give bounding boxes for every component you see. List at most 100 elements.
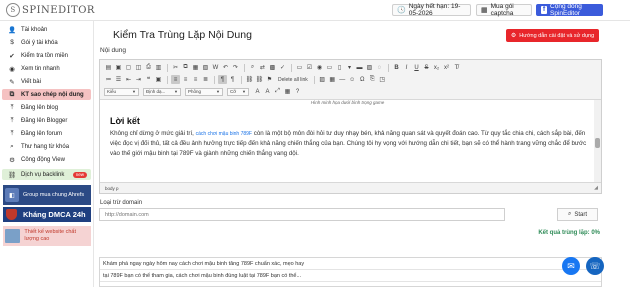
font-family-select[interactable]: Phông ▼ <box>185 87 223 96</box>
buy-captcha-button[interactable]: ▦ Mua gói captcha <box>476 3 532 17</box>
paste-word-icon[interactable]: W <box>211 63 220 72</box>
outdent-icon[interactable]: ⇤ <box>124 75 133 84</box>
image-icon[interactable]: ▨ <box>318 75 327 84</box>
messenger-button[interactable]: ✉ <box>562 257 580 275</box>
show-blocks-icon[interactable]: ▦ <box>283 87 292 96</box>
sidebar-item-backlink[interactable]: ⛓ Dịch vụ backlink new <box>2 169 91 180</box>
redo-icon[interactable]: ↷ <box>231 63 240 72</box>
about-icon[interactable]: ? <box>293 87 302 96</box>
text-color-icon[interactable]: A <box>253 87 262 96</box>
indent-icon[interactable]: ⇥ <box>134 75 143 84</box>
font-format-select[interactable]: Định dạ... ▼ <box>143 87 181 96</box>
blockquote-icon[interactable]: ❝ <box>144 75 153 84</box>
table-icon[interactable]: ▦ <box>328 75 337 84</box>
sidebar-item-post-blogger[interactable]: ⤒ Đăng lên Blogger <box>2 115 91 126</box>
scrollbar-thumb[interactable] <box>595 138 600 148</box>
bg-color-icon[interactable]: A <box>263 87 272 96</box>
expiry-button[interactable]: 🕓 Ngày hết hạn: 19-05-2026 <box>392 3 471 17</box>
italic-icon[interactable]: I <box>402 63 411 72</box>
source-icon[interactable]: ▤ <box>104 63 113 72</box>
sidebar-item-plan[interactable]: $ Gói ý tài khóa <box>2 37 91 48</box>
maximize-icon[interactable]: ⤢ <box>273 87 282 96</box>
sidebar-item-post-blog[interactable]: ⤒ Đăng lên blog <box>2 102 91 113</box>
checkbox-icon[interactable]: ☑ <box>305 63 314 72</box>
spellcheck-icon[interactable]: ✓ <box>278 63 287 72</box>
hidden-field-icon[interactable]: ◌ <box>375 63 384 72</box>
link-icon[interactable]: ⛓ <box>245 75 254 84</box>
copy-icon[interactable]: ⧉ <box>181 63 190 72</box>
image-button-icon[interactable]: ▨ <box>365 63 374 72</box>
sidebar-item-post-forum[interactable]: ⤒ Đăng lên forum <box>2 128 91 139</box>
bold-icon[interactable]: B <box>392 63 401 72</box>
exclude-domain-input[interactable] <box>99 208 505 221</box>
cut-icon[interactable]: ✂ <box>171 63 180 72</box>
align-left-icon[interactable]: ≡ <box>171 75 180 84</box>
sidebar-item-account[interactable]: 👤 Tài khoản <box>2 24 91 35</box>
toolbar-divider <box>313 75 315 84</box>
textfield-icon[interactable]: ▭ <box>325 63 334 72</box>
paste-text-icon[interactable]: ▧ <box>201 63 210 72</box>
template-icon[interactable]: ▥ <box>154 63 163 72</box>
special-char-icon[interactable]: Ω <box>358 75 367 84</box>
editor-content[interactable]: Hình minh họa dưới bình trọng game Lời k… <box>100 100 595 183</box>
bullet-list-icon[interactable]: ☰ <box>114 75 123 84</box>
select-all-icon[interactable]: ▩ <box>268 63 277 72</box>
find-icon[interactable]: ⌕ <box>248 63 257 72</box>
iframe-icon[interactable]: ◳ <box>378 75 387 84</box>
hr-icon[interactable]: ― <box>338 75 347 84</box>
list-item[interactable]: tại 789F bạn có thể tham gia, cách chơi … <box>100 270 601 282</box>
sidebar-item-domain-check[interactable]: ✔ Kiểm tra tồn miền <box>2 50 91 61</box>
rtl-icon[interactable]: ¶ <box>228 75 237 84</box>
list-item[interactable]: Khám phá ngay ngày hôm nay cách chơi mậu… <box>100 258 601 270</box>
element-path[interactable]: body p <box>105 186 119 191</box>
subscript-icon[interactable]: x₂ <box>432 63 441 72</box>
banner-web-design[interactable]: Thiết kế website chất lượng cao <box>3 226 91 246</box>
pagebreak-icon[interactable]: ⎘ <box>368 75 377 84</box>
logo[interactable]: S SPINEDITOR <box>6 3 95 17</box>
textarea-icon[interactable]: ▯ <box>335 63 344 72</box>
sidebar-item-copy-check[interactable]: ⧉ KT sao chép nội dung <box>2 89 91 100</box>
chat-button[interactable]: ☏ <box>586 257 604 275</box>
unlink-icon[interactable]: ⛓ <box>255 75 264 84</box>
editor-scrollbar[interactable] <box>594 100 601 183</box>
smiley-icon[interactable]: ☺ <box>348 75 357 84</box>
print-icon[interactable]: ⎙ <box>144 63 153 72</box>
format-select[interactable]: Kiểu ▼ <box>104 87 139 96</box>
chat-icon: ☏ <box>589 260 601 271</box>
remove-format-icon[interactable]: T̸ <box>452 63 461 72</box>
strike-icon[interactable]: S <box>422 63 431 72</box>
numbered-list-icon[interactable]: ≔ <box>104 75 113 84</box>
new-page-icon[interactable]: ▢ <box>124 63 133 72</box>
resize-grip-icon[interactable]: ◢ <box>594 185 598 191</box>
superscript-icon[interactable]: x² <box>442 63 451 72</box>
select-field-icon[interactable]: ▾ <box>345 63 354 72</box>
div-icon[interactable]: ▣ <box>154 75 163 84</box>
paste-icon[interactable]: ▦ <box>191 63 200 72</box>
delete-all-links-button[interactable]: Delete all link <box>278 77 308 83</box>
button-field-icon[interactable]: ▬ <box>355 63 364 72</box>
paragraph-link[interactable]: cách chơi mậu binh 789F <box>196 131 252 137</box>
sidebar-item-quick-news[interactable]: ◉ Xem tin nhanh <box>2 63 91 74</box>
font-size-select[interactable]: Cỡ ▼ <box>227 87 249 96</box>
sidebar-item-keywords[interactable]: ⌕ Thư hang từ khóa <box>2 141 91 152</box>
ltr-icon[interactable]: ¶ <box>218 75 227 84</box>
banner-facebook-group[interactable]: ◧ Group mua chung Ahrefs <box>3 185 91 205</box>
underline-icon[interactable]: U <box>412 63 421 72</box>
preview-icon[interactable]: ◫ <box>134 63 143 72</box>
anchor-icon[interactable]: ⚑ <box>265 75 274 84</box>
align-right-icon[interactable]: ≡ <box>191 75 200 84</box>
save-icon[interactable]: ▣ <box>114 63 123 72</box>
sidebar-item-view-tool[interactable]: ⚙ Công động View <box>2 154 91 165</box>
banner-dmca[interactable]: Kháng DMCA 24h <box>3 207 91 222</box>
align-justify-icon[interactable]: ≣ <box>201 75 210 84</box>
form-icon[interactable]: ▭ <box>295 63 304 72</box>
community-button[interactable]: f Cộng đồng SpinEditor <box>536 3 603 17</box>
align-center-icon[interactable]: ≡ <box>181 75 190 84</box>
start-button[interactable]: ⌕ Start <box>557 208 598 221</box>
undo-icon[interactable]: ↶ <box>221 63 230 72</box>
guide-button[interactable]: ⚙ Hướng dẫn cài đặt và sử dụng <box>506 29 599 42</box>
replace-icon[interactable]: ⇄ <box>258 63 267 72</box>
sidebar-item-write[interactable]: ✎ Viết bài <box>2 76 91 87</box>
rich-text-editor[interactable]: ▤ ▣ ▢ ◫ ⎙ ▥ ✂ ⧉ ▦ ▧ W ↶ ↷ ⌕ ⇄ ▩ ✓ ▭ ☑ ◉ … <box>99 59 602 194</box>
radio-icon[interactable]: ◉ <box>315 63 324 72</box>
